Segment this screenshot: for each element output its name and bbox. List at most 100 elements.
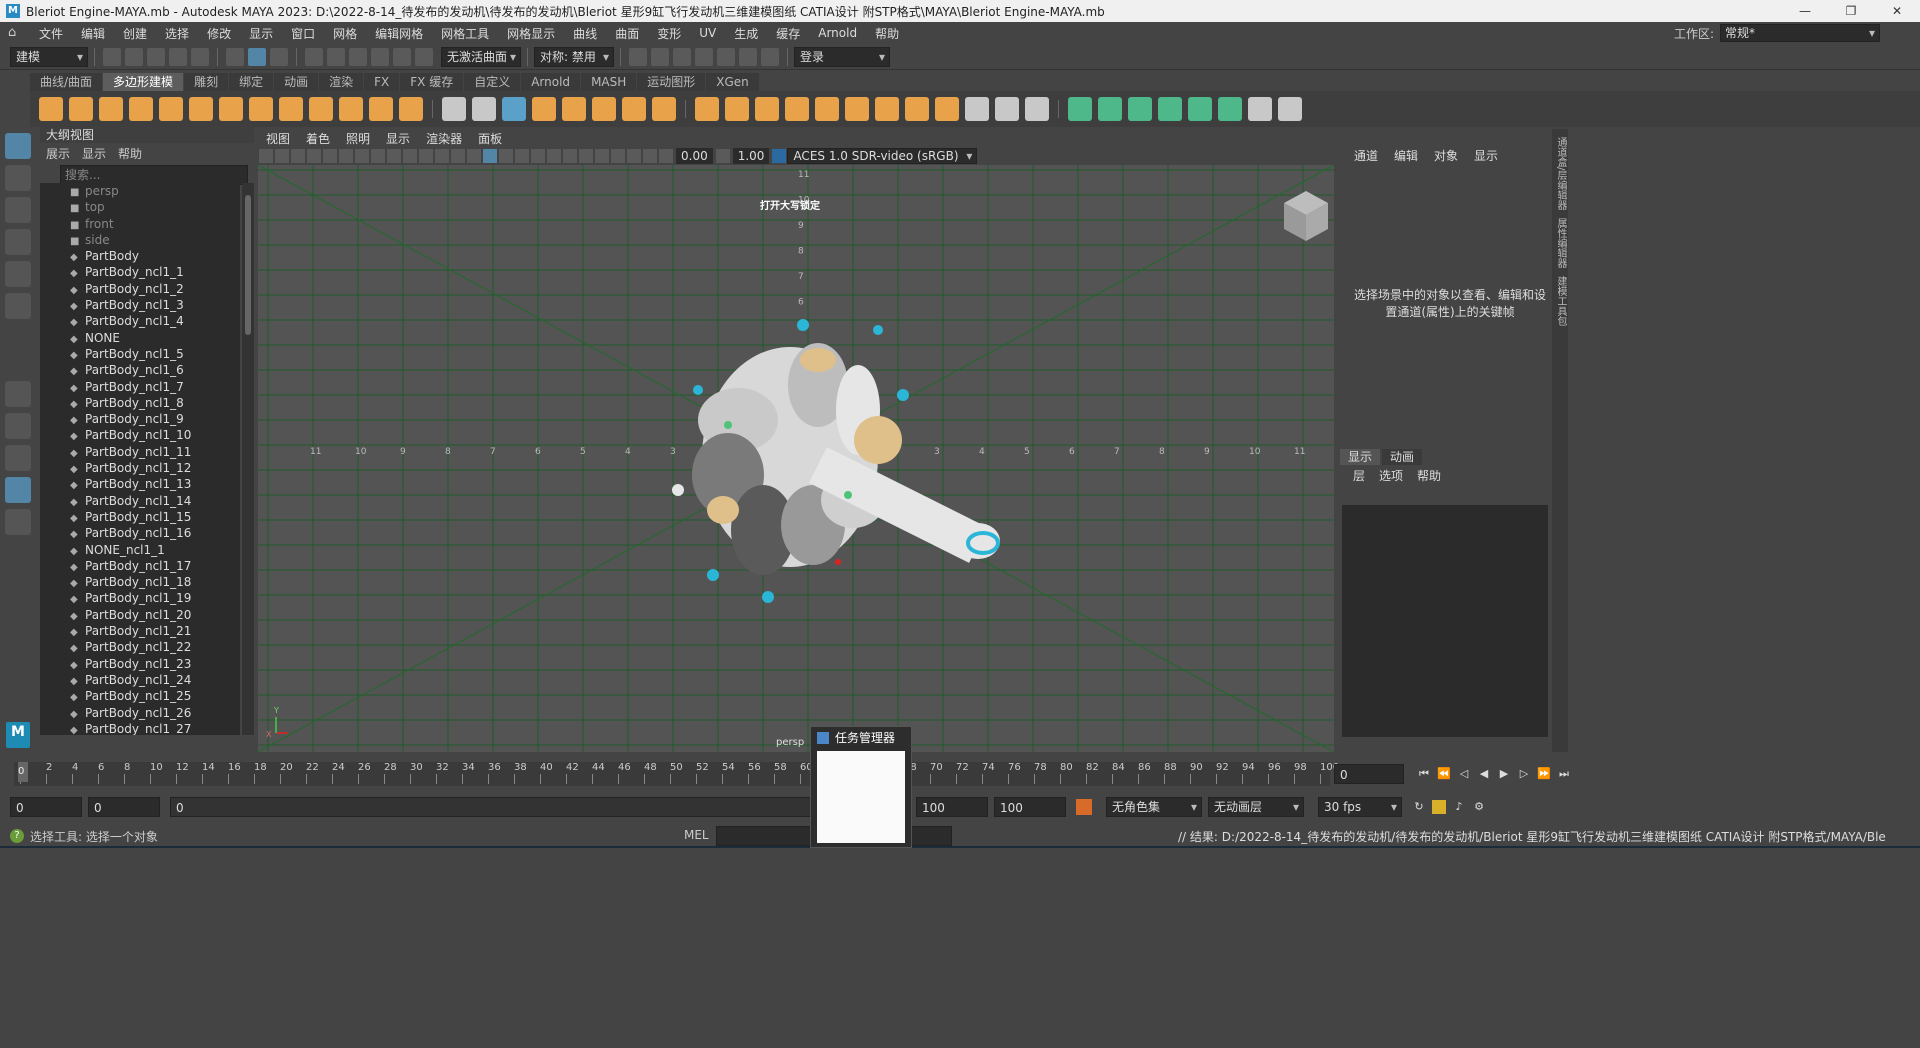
move-tool-icon[interactable] <box>5 229 31 255</box>
outliner-item[interactable]: ◆ PartBody_ncl1_26 <box>40 705 240 721</box>
step-back-key-icon[interactable]: ⏪ <box>1437 767 1451 781</box>
time-slider[interactable]: 0246810121416182022242628303234363840424… <box>0 758 1339 788</box>
smooth-shade-icon[interactable] <box>483 149 497 163</box>
snap-view-plane-icon[interactable] <box>371 47 389 66</box>
menu-generate[interactable]: 生成 <box>725 25 767 42</box>
outliner-item[interactable]: ◆ PartBody_ncl1_27 <box>40 721 240 735</box>
outliner-search-input[interactable]: 搜索... <box>60 165 248 185</box>
outliner-item[interactable]: ◆ PartBody_ncl1_23 <box>40 656 240 672</box>
render-view-icon[interactable] <box>629 47 647 66</box>
shelf-tool-icon[interactable] <box>725 97 749 121</box>
cb-menu-edit[interactable]: 编辑 <box>1386 147 1426 164</box>
resolution-gate-icon[interactable] <box>387 149 401 163</box>
textured-icon[interactable] <box>531 149 545 163</box>
outliner-item[interactable]: ◆ NONE <box>40 330 240 346</box>
outliner-menu-help[interactable]: 帮助 <box>112 145 148 162</box>
shelf-tool-icon[interactable] <box>1248 97 1272 121</box>
field-chart-icon[interactable] <box>419 149 433 163</box>
anim-prefs-icon[interactable]: ⚙ <box>1472 800 1486 814</box>
snap-surface-icon[interactable] <box>393 47 411 66</box>
shelf-tool-icon[interactable] <box>815 97 839 121</box>
menu-display[interactable]: 显示 <box>240 25 282 42</box>
step-forward-frame-icon[interactable]: ▷ <box>1517 767 1531 781</box>
menu-mesh[interactable]: 网格 <box>324 25 366 42</box>
current-frame-field[interactable]: 0 <box>1334 764 1404 784</box>
symmetry-dropdown[interactable]: 对称: 禁用 <box>534 46 614 67</box>
menu-edit[interactable]: 编辑 <box>72 25 114 42</box>
outliner-camera-item[interactable]: ■ side <box>40 232 240 248</box>
side-tab-attribute-editor[interactable]: 属性编辑器 <box>1553 218 1568 268</box>
shelf-tool-icon[interactable] <box>69 97 93 121</box>
select-object-icon[interactable] <box>248 47 266 66</box>
cb-menu-show[interactable]: 显示 <box>1466 147 1506 164</box>
playback-end-field[interactable]: 100 <box>916 797 988 817</box>
outliner-camera-item[interactable]: ■ front <box>40 216 240 232</box>
shelf-tool-icon[interactable] <box>1278 97 1302 121</box>
single-view-layout-icon[interactable] <box>5 381 31 407</box>
lasso-tool-icon[interactable] <box>5 165 31 191</box>
shelf-tab-curves[interactable]: 曲线/曲面 <box>30 73 103 91</box>
camera-select-icon[interactable] <box>259 149 273 163</box>
menu-file[interactable]: 文件 <box>30 25 72 42</box>
minimize-button[interactable]: — <box>1782 0 1828 22</box>
range-bar[interactable]: 0 <box>170 797 910 817</box>
rotate-tool-icon[interactable] <box>5 261 31 287</box>
live-surface-field[interactable]: 无激活曲面 <box>441 46 521 67</box>
grid-toggle-icon[interactable] <box>355 149 369 163</box>
shelf-tab-animation[interactable]: 动画 <box>274 73 319 91</box>
layer-tab-anim[interactable]: 动画 <box>1382 449 1423 465</box>
outliner-item[interactable]: ◆ PartBody_ncl1_17 <box>40 558 240 574</box>
anti-aliasing-icon[interactable] <box>611 149 625 163</box>
task-manager-preview[interactable]: 任务管理器 <box>810 726 912 848</box>
play-backwards-icon[interactable]: ◀ <box>1477 767 1491 781</box>
shelf-tool-icon[interactable] <box>785 97 809 121</box>
isolate-select-icon[interactable] <box>627 149 641 163</box>
hypershade-icon[interactable] <box>717 47 735 66</box>
outliner-item[interactable]: ◆ PartBody_ncl1_5 <box>40 346 240 362</box>
sound-icon[interactable]: ♪ <box>1452 800 1466 814</box>
vp-menu-renderer[interactable]: 渲染器 <box>418 130 470 147</box>
shelf-tool-icon[interactable] <box>129 97 153 121</box>
shelf-tab-rendering[interactable]: 渲染 <box>319 73 364 91</box>
wireframe-icon[interactable] <box>467 149 481 163</box>
outliner-item[interactable]: ◆ PartBody_ncl1_19 <box>40 590 240 606</box>
shelf-tool-icon[interactable] <box>339 97 363 121</box>
arnold-render-icon[interactable] <box>739 47 757 66</box>
shelf-tool-icon[interactable] <box>1128 97 1152 121</box>
go-to-start-icon[interactable]: ⏮ <box>1417 767 1431 781</box>
redo-icon[interactable] <box>191 47 209 66</box>
snap-point-icon[interactable] <box>349 47 367 66</box>
outliner-item[interactable]: ◆ PartBody_ncl1_14 <box>40 493 240 509</box>
outliner-item[interactable]: ◆ PartBody_ncl1_6 <box>40 362 240 378</box>
shelf-tool-icon[interactable] <box>695 97 719 121</box>
menu-curves[interactable]: 曲线 <box>564 25 606 42</box>
menu-surfaces[interactable]: 曲面 <box>606 25 648 42</box>
outliner-scrollbar[interactable] <box>242 183 254 735</box>
ambient-occlusion-icon[interactable] <box>579 149 593 163</box>
view-cube-icon[interactable] <box>1284 191 1328 241</box>
shelf-tab-custom[interactable]: 自定义 <box>464 73 521 91</box>
undo-icon[interactable] <box>169 47 187 66</box>
search-icon[interactable] <box>5 509 31 535</box>
layer-menu-help[interactable]: 帮助 <box>1410 467 1448 484</box>
shelf-tool-icon[interactable] <box>592 97 616 121</box>
home-icon[interactable]: ⌂ <box>8 26 22 40</box>
shelf-tool-icon[interactable] <box>309 97 333 121</box>
shelf-tab-motion-graphics[interactable]: 运动图形 <box>637 73 706 91</box>
shelf-tool-icon[interactable] <box>159 97 183 121</box>
lights-icon[interactable] <box>547 149 561 163</box>
outliner-item[interactable]: ◆ PartBody_ncl1_12 <box>40 460 240 476</box>
fps-dropdown[interactable]: 30 fps <box>1318 797 1402 817</box>
shelf-tool-icon[interactable] <box>935 97 959 121</box>
step-back-frame-icon[interactable]: ◁ <box>1457 767 1471 781</box>
exposure-field[interactable]: 0.00 <box>676 148 713 164</box>
film-gate-icon[interactable] <box>371 149 385 163</box>
shelf-tool-icon[interactable] <box>1098 97 1122 121</box>
menu-modify[interactable]: 修改 <box>198 25 240 42</box>
shelf-tab-rigging[interactable]: 绑定 <box>229 73 274 91</box>
shelf-tool-icon[interactable] <box>369 97 393 121</box>
outliner-camera-item[interactable]: ■ top <box>40 199 240 215</box>
outliner-item[interactable]: ◆ PartBody_ncl1_9 <box>40 411 240 427</box>
outliner-item[interactable]: ◆ PartBody_ncl1_24 <box>40 672 240 688</box>
two-view-layout-icon[interactable] <box>5 445 31 471</box>
